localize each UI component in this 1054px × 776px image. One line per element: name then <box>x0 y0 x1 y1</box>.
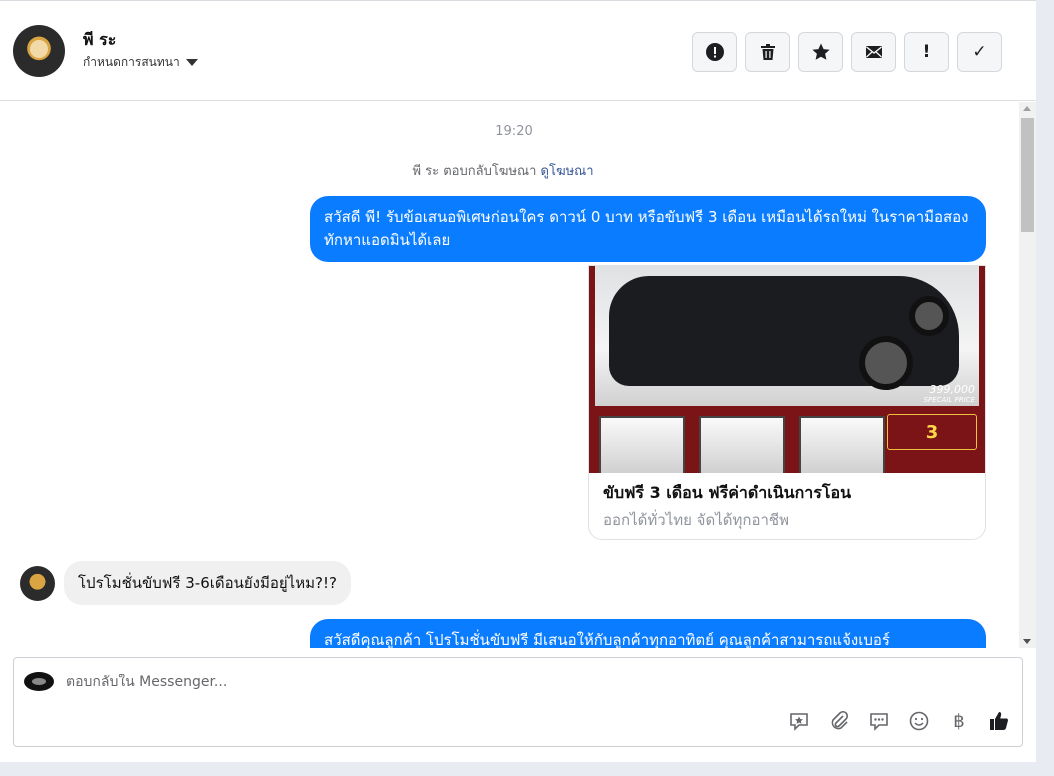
message-thread: 19:20 พี ระ ตอบกลับโฆษณา ดูโฆษณา สวัสดี … <box>0 102 1036 648</box>
conversation-panel: พี ระ กำหนดการสนทนา ! ✓ 19:20 พี ระ ตอบก… <box>0 0 1036 762</box>
ad-card-title: ขับฟรี 3 เดือน ฟรีค่าดำเนินการโอน <box>603 483 851 502</box>
page-avatar <box>24 672 54 691</box>
ad-card[interactable]: 399,000 SPECAIL PRICE 3 ขับฟรี 3 เดือน ฟ… <box>588 265 986 540</box>
conversation-header: พี ระ กำหนดการสนทนา ! ✓ <box>0 1 1036 101</box>
contact-avatar[interactable] <box>13 25 65 77</box>
scroll-down-arrow-icon[interactable] <box>1023 639 1031 644</box>
message-timestamp: 19:20 <box>495 124 533 139</box>
incoming-message[interactable]: โปรโมชั่นขับฟรี 3-6เดือนยังมีอยู่ไหม?!? <box>64 561 351 605</box>
assign-conversation-dropdown[interactable]: กำหนดการสนทนา <box>83 53 198 72</box>
attachment-icon[interactable] <box>828 710 850 732</box>
delete-button[interactable] <box>745 32 790 72</box>
trash-icon <box>760 44 775 60</box>
car-image <box>609 276 959 390</box>
thread-scrollbar[interactable] <box>1019 102 1036 648</box>
envelope-icon <box>865 46 882 58</box>
exclamation-circle-icon <box>705 43 724 61</box>
star-button[interactable] <box>798 32 843 72</box>
outgoing-message[interactable]: สวัสดี พี! รับข้อเสนอพิเศษก่อนใคร ดาวน์ … <box>310 196 986 262</box>
mark-unread-button[interactable] <box>851 32 896 72</box>
report-button[interactable] <box>692 32 737 72</box>
ad-price: 399,000 SPECAIL PRICE <box>923 383 975 404</box>
caret-down-icon <box>185 59 198 66</box>
check-icon: ✓ <box>972 42 987 62</box>
mark-done-button[interactable]: ✓ <box>957 32 1002 72</box>
star-icon <box>811 43 830 60</box>
ad-promo-badge: 3 <box>887 414 977 450</box>
reply-input[interactable] <box>66 674 766 690</box>
composer-tools: ฿ <box>788 710 1010 732</box>
ad-thumbnails <box>599 416 885 473</box>
outgoing-message[interactable]: สวัสดีคุณลูกค้า โปรโมชั่นขับฟรี มีเสนอให… <box>310 619 986 648</box>
emoji-icon[interactable] <box>908 710 930 732</box>
contact-name[interactable]: พี ระ <box>83 28 116 53</box>
ad-reply-text: พี ระ ตอบกลับโฆษณา <box>412 164 537 179</box>
reply-composer: ฿ <box>13 657 1023 747</box>
ad-card-subtitle: ออกได้ทั่วไทย จัดได้ทุกอาชีพ <box>603 511 789 529</box>
like-icon[interactable] <box>988 710 1010 732</box>
scroll-up-arrow-icon[interactable] <box>1023 106 1031 111</box>
mark-spam-button[interactable]: ! <box>904 32 949 72</box>
ad-card-image[interactable]: 399,000 SPECAIL PRICE 3 <box>589 266 985 473</box>
contact-avatar-small[interactable] <box>20 566 55 601</box>
assign-label: กำหนดการสนทนา <box>83 55 180 69</box>
saved-reply-icon[interactable] <box>788 710 810 732</box>
scrollbar-thumb[interactable] <box>1021 118 1034 232</box>
view-ad-link[interactable]: ดูโฆษณา <box>541 164 594 179</box>
header-actions: ! ✓ <box>692 32 1002 72</box>
quick-reply-icon[interactable] <box>868 710 890 732</box>
ad-reply-notice: พี ระ ตอบกลับโฆษณา ดูโฆษณา <box>0 160 1006 181</box>
exclamation-icon: ! <box>922 42 931 62</box>
baht-icon[interactable]: ฿ <box>948 710 970 732</box>
